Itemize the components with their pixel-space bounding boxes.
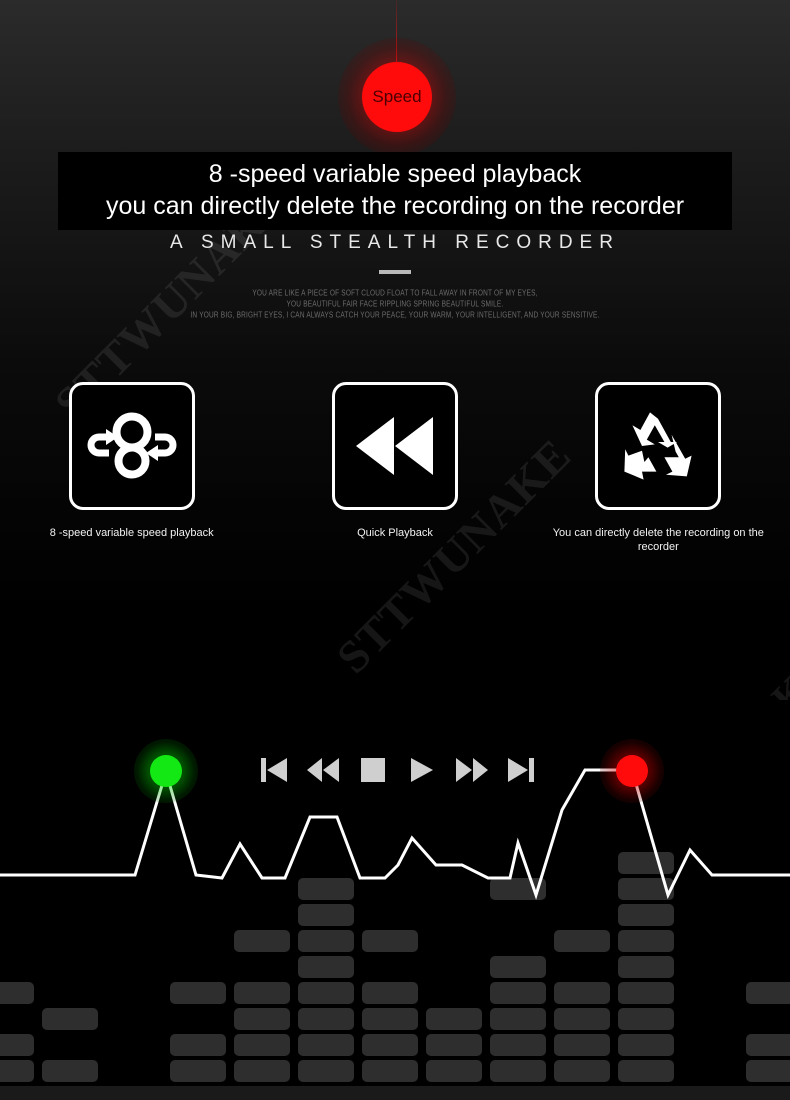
previous-track-button[interactable] bbox=[255, 755, 293, 785]
stop-button[interactable] bbox=[354, 755, 392, 785]
feature-caption: You can directly delete the recording on… bbox=[552, 527, 764, 553]
rewind-button[interactable] bbox=[304, 755, 342, 785]
stop-icon bbox=[360, 758, 385, 782]
feature-caption: 8 -speed variable speed playback bbox=[49, 527, 214, 539]
badge-dot: Speed bbox=[362, 62, 432, 132]
red-led[interactable] bbox=[616, 755, 648, 787]
subtitle-divider bbox=[379, 270, 411, 274]
fast-forward-button[interactable] bbox=[453, 755, 491, 785]
loop-eight-icon bbox=[87, 412, 177, 479]
product-infographic-page: STTWUNAKE STTWUNAKE STTWUNAKE Speed 8 -s… bbox=[0, 0, 790, 1100]
recycle-icon bbox=[624, 412, 692, 480]
feature-icon-box bbox=[68, 382, 195, 510]
page-subtitle: A SMALL STEALTH RECORDER bbox=[170, 232, 620, 253]
next-track-icon bbox=[507, 758, 534, 782]
transport-controls bbox=[255, 750, 540, 790]
fast-forward-icon bbox=[455, 758, 488, 782]
feature-item-delete-recording: You can directly delete the recording on… bbox=[527, 382, 790, 554]
feature-caption: Quick Playback bbox=[357, 527, 433, 539]
green-led[interactable] bbox=[150, 755, 182, 787]
feature-item-variable-speed: 8 -speed variable speed playback bbox=[0, 382, 263, 554]
previous-track-icon bbox=[261, 758, 287, 782]
headline-banner: 8 -speed variable speed playback you can… bbox=[58, 152, 732, 230]
speed-badge: Speed bbox=[0, 0, 790, 160]
badge-label: Speed bbox=[372, 87, 422, 106]
feature-icon-box bbox=[595, 382, 722, 510]
headline-line-1: 8 -speed variable speed playback bbox=[208, 160, 582, 188]
play-icon bbox=[411, 758, 434, 782]
rewind-icon bbox=[307, 758, 340, 782]
headline-line-2: you can directly delete the recording on… bbox=[105, 192, 685, 220]
next-track-button[interactable] bbox=[502, 755, 540, 785]
play-button[interactable] bbox=[403, 755, 441, 785]
poem-block: YOU ARE LIKE A PIECE OF SOFT CLOUD FLOAT… bbox=[0, 288, 790, 321]
poem-line: IN YOUR BIG, BRIGHT EYES, I CAN ALWAYS C… bbox=[190, 311, 600, 320]
feature-icon-box bbox=[331, 382, 458, 510]
feature-item-quick-playback: Quick Playback bbox=[263, 382, 526, 554]
rewind-icon bbox=[355, 417, 433, 475]
feature-row: 8 -speed variable speed playback Quick P… bbox=[0, 382, 790, 554]
